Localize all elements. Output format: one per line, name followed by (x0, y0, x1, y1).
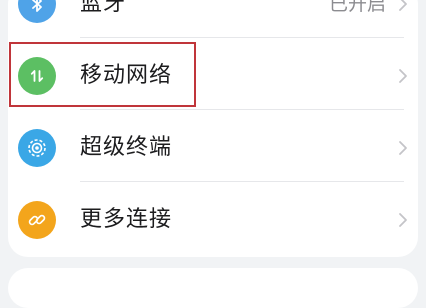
super-device-icon (18, 129, 56, 167)
chevron-right-icon (399, 141, 407, 155)
settings-row-label: 蓝牙 (80, 0, 127, 16)
divider (80, 181, 404, 182)
divider (80, 109, 404, 110)
chevron-right-icon (399, 69, 407, 83)
divider (80, 37, 404, 38)
chevron-right-icon (399, 0, 407, 11)
settings-row-bluetooth[interactable]: 蓝牙 已开启 (8, 0, 418, 38)
chevron-right-icon (399, 213, 407, 227)
bluetooth-icon (18, 0, 56, 23)
settings-row-label: 更多连接 (80, 207, 173, 232)
connections-card: 蓝牙 已开启 移动网络 超级终端 更多连接 (8, 0, 418, 257)
settings-row-mobile-network[interactable]: 移动网络 (8, 42, 418, 110)
link-icon (18, 201, 56, 239)
mobile-data-icon (18, 57, 56, 95)
settings-row-label: 超级终端 (80, 135, 173, 160)
settings-row-more-connections[interactable]: 更多连接 (8, 186, 418, 254)
settings-row-super-device[interactable]: 超级终端 (8, 114, 418, 182)
bluetooth-status: 已开启 (328, 0, 386, 15)
next-settings-card (8, 268, 418, 308)
settings-row-label: 移动网络 (80, 63, 173, 88)
